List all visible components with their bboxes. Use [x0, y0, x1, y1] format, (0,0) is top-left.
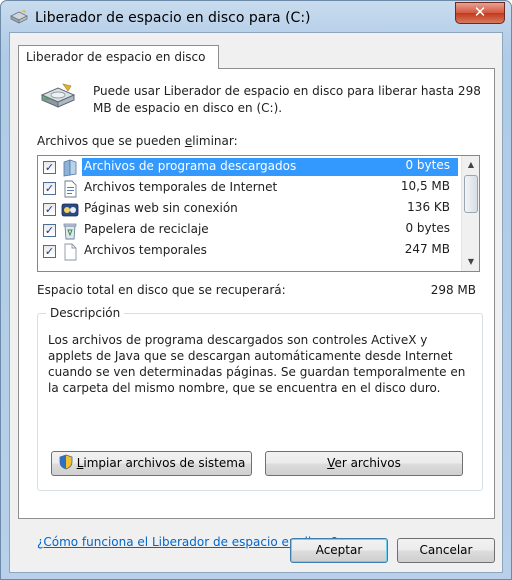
- disk-cleanup-icon: [9, 10, 29, 26]
- list-item[interactable]: ✓ Páginas web sin conexión 136 KB: [38, 199, 460, 219]
- dialog-client-area: Liberador de espacio en disco Puede usar…: [9, 32, 503, 573]
- tab-panel: Puede usar Liberador de espacio en disco…: [18, 68, 495, 549]
- list-item-size: 0 bytes: [405, 158, 450, 172]
- checkbox[interactable]: ✓: [43, 224, 56, 237]
- checkbox[interactable]: ✓: [43, 182, 56, 195]
- checkbox[interactable]: ✓: [43, 161, 56, 174]
- total-space-label: Espacio total en disco que se recuperará…: [37, 283, 286, 297]
- checkbox[interactable]: ✓: [43, 245, 56, 258]
- view-files-button[interactable]: Ver archivos: [265, 451, 463, 476]
- total-space-value: 298 MB: [430, 283, 476, 297]
- list-item-label: Archivos temporales 247 MB: [84, 242, 450, 257]
- list-item-label: Papelera de reciclaje 0 bytes: [84, 221, 450, 236]
- checkbox[interactable]: ✓: [43, 203, 56, 216]
- title-bar[interactable]: Liberador de espacio en disco para (C:) …: [1, 1, 511, 35]
- list-item-size: 0 bytes: [405, 221, 450, 235]
- scroll-down-arrow-icon[interactable]: ▼: [463, 253, 479, 270]
- files-list-label: Archivos que se pueden eliminar:: [37, 134, 238, 148]
- ok-button[interactable]: Aceptar: [290, 538, 388, 563]
- list-item-size: 10,5 MB: [400, 179, 450, 193]
- blank-file-icon: [61, 243, 79, 261]
- scroll-up-arrow-icon[interactable]: ▲: [463, 156, 479, 173]
- description-text: Los archivos de programa descargados son…: [48, 333, 466, 395]
- list-item-size: 136 KB: [407, 200, 450, 214]
- files-list[interactable]: ✓ Archivos de programa descargados 0 byte…: [37, 155, 480, 272]
- intro-text: Puede usar Liberador de espacio en disco…: [93, 84, 481, 115]
- uac-shield-icon: [58, 454, 74, 470]
- cancel-button[interactable]: Cancelar: [397, 538, 495, 563]
- list-item-size: 247 MB: [404, 242, 450, 256]
- list-item-label: Archivos temporales de Internet 10,5 MB: [84, 179, 450, 194]
- description-group: Descripción Los archivos de programa des…: [37, 306, 483, 491]
- list-item[interactable]: ✓ Archivos de programa descargados 0 byte…: [38, 157, 460, 177]
- recycle-bin-icon: [61, 222, 79, 240]
- list-item-label: Páginas web sin conexión 136 KB: [84, 200, 450, 215]
- window-title: Liberador de espacio en disco para (C:): [35, 10, 311, 26]
- description-title: Descripción: [46, 306, 125, 320]
- offline-pages-icon: [61, 201, 79, 219]
- list-item-label: Archivos de programa descargados 0 bytes: [82, 158, 458, 176]
- close-button[interactable]: ✕: [455, 2, 505, 24]
- list-item[interactable]: ✓ Archivos temporales de Internet 10,5 MB: [38, 178, 460, 198]
- folder-icon: [61, 159, 79, 177]
- tab-disk-cleanup[interactable]: Liberador de espacio en disco: [18, 45, 219, 69]
- disk-cleanup-window: Liberador de espacio en disco para (C:) …: [0, 0, 512, 580]
- list-scrollbar[interactable]: ▲ ▼: [461, 156, 479, 271]
- scroll-thumb[interactable]: [464, 175, 478, 213]
- list-item[interactable]: ✓ Papelera de reciclaje 0 bytes: [38, 220, 460, 240]
- clean-system-files-button[interactable]: Limpiar archivos de sistema: [51, 451, 252, 476]
- disk-drive-icon: [38, 83, 78, 113]
- document-icon: [61, 180, 79, 198]
- list-item[interactable]: ✓ Archivos temporales 247 MB: [38, 241, 460, 261]
